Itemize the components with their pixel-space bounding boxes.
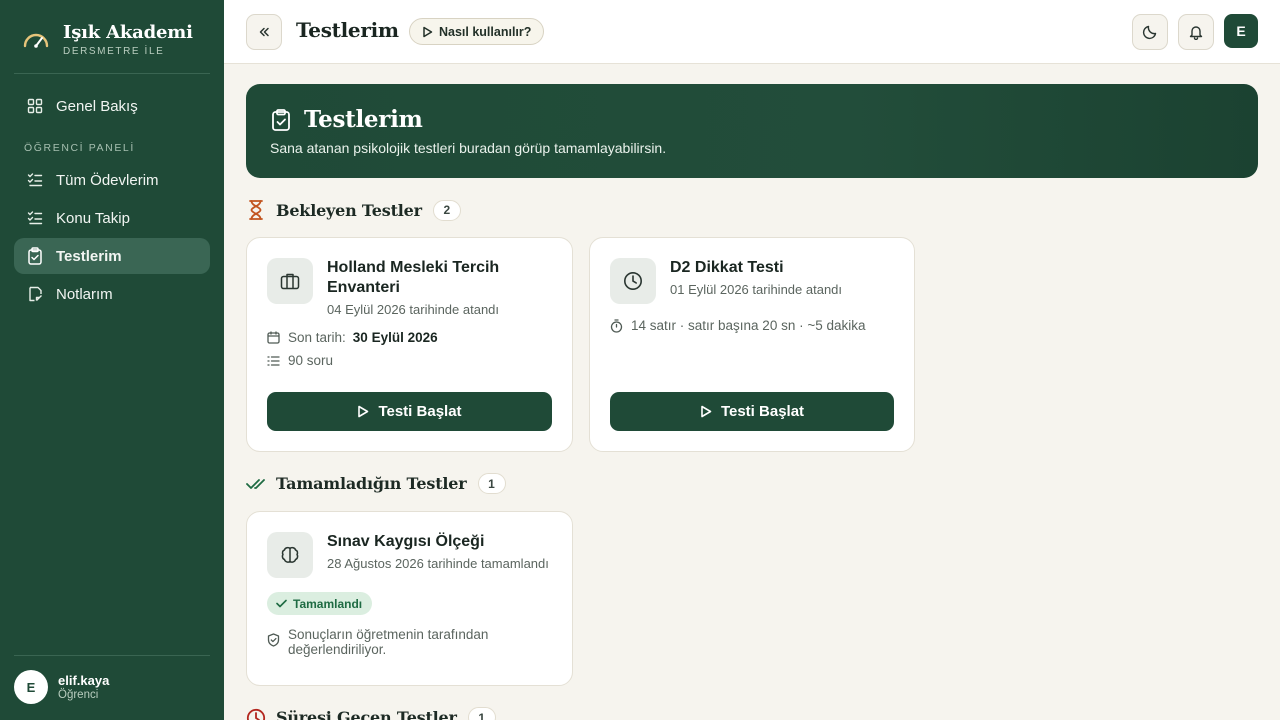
hero-subtitle: Sana atanan psikolojik testleri buradan …: [270, 140, 667, 156]
test-title-line1: Holland Mesleki Tercih: [327, 259, 500, 276]
brain-icon: [281, 546, 299, 563]
evaluation-note: Sonuçların öğretmenin tarafından değerle…: [267, 627, 488, 657]
user-name: elif.kaya: [58, 673, 110, 688]
clock-icon-box: [610, 258, 656, 304]
brain-icon-box: [267, 532, 313, 578]
start-test-label: Testi Başlat: [720, 403, 805, 420]
test-title: Holland Mesleki Tercih Envanteri: [327, 258, 499, 298]
stopwatch-icon: [610, 318, 623, 333]
test-duration-label: 14 satır · satır başına 20 sn · ~5 dakik…: [631, 318, 866, 333]
status-badge-label: Tamamlandı: [293, 596, 363, 611]
checklist-icon: [26, 171, 44, 189]
sidebar-item-tests[interactable]: Testlerim: [14, 238, 210, 274]
sidebar-item-overview[interactable]: Genel Bakış: [14, 88, 210, 124]
how-to-use-label: Nasıl kullanılır?: [439, 24, 532, 39]
sidebar-divider: [14, 655, 210, 656]
sidebar-item-label: Tüm Ödevlerim: [56, 171, 159, 189]
pending-section-title: Bekleyen Testler: [276, 200, 422, 220]
due-date-value: 30 Eylül 2026: [352, 330, 438, 345]
assigned-date: 01 Eylül 2026 tarihinde atandı: [670, 282, 843, 297]
sticky-note-icon: [26, 285, 44, 303]
clipboard-check-icon: [26, 247, 44, 265]
sidebar-item-label: Konu Takip: [56, 209, 130, 227]
calendar-icon: [267, 331, 280, 344]
topbar: Testlerim Nasıl kullanılır? E: [224, 0, 1280, 64]
test-title-line2: Envanteri: [327, 279, 400, 296]
double-check-icon: [246, 478, 265, 489]
brand[interactable]: Işık Akademi DERSMETRE İLE: [22, 22, 193, 57]
expired-section-header: Süresi Geçen Testler 1: [246, 707, 496, 720]
pending-section-header: Bekleyen Testler 2: [246, 199, 461, 221]
briefcase-icon: [280, 273, 300, 290]
chevrons-left-icon: [259, 27, 269, 37]
completed-count-badge: 1: [477, 473, 506, 494]
start-test-label: Testi Başlat: [378, 403, 462, 420]
sidebar-item-label: Testlerim: [56, 247, 122, 265]
due-date-label: Son tarih:: [288, 330, 346, 345]
sidebar-section-label: ÖĞRENCİ PANELİ: [24, 142, 135, 154]
play-icon: [423, 26, 433, 37]
sidebar-item-notes[interactable]: Notlarım: [14, 276, 210, 312]
hourglass-icon: [249, 200, 263, 220]
question-count: 90 soru: [267, 353, 333, 368]
user-profile[interactable]: E elif.kaya Öğrenci: [14, 670, 109, 704]
shield-check-icon: [267, 633, 280, 647]
user-role: Öğrenci: [58, 689, 99, 701]
hero-banner: Testlerim Sana atanan psikolojik testler…: [246, 84, 1258, 178]
sidebar-item-topic-tracking[interactable]: Konu Takip: [14, 200, 210, 236]
pending-count-badge: 2: [432, 199, 461, 221]
avatar[interactable]: E: [1224, 14, 1258, 48]
test-card-holland: Holland Mesleki Tercih Envanteri 04 Eylü…: [246, 237, 573, 452]
theme-toggle-button[interactable]: [1132, 14, 1168, 50]
clock-alert-icon: [246, 708, 266, 720]
completed-section-title: Tamamladığın Testler: [276, 474, 467, 493]
grid-icon: [26, 97, 44, 115]
note-line2: değerlendiriliyor.: [288, 642, 387, 657]
briefcase-icon-box: [267, 258, 313, 304]
sidebar: Işık Akademi DERSMETRE İLE Genel Bakış Ö…: [0, 0, 224, 720]
moon-icon: [1142, 25, 1157, 40]
test-duration-info: 14 satır · satır başına 20 sn · ~5 dakik…: [610, 318, 866, 333]
bell-icon: [1189, 26, 1203, 40]
page-title: Testlerim: [296, 18, 399, 42]
test-card-d2: D2 Dikkat Testi 01 Eylül 2026 tarihinde …: [589, 237, 915, 452]
collapse-sidebar-button[interactable]: [246, 14, 282, 50]
play-icon: [701, 405, 712, 418]
gauge-logo-icon: [23, 33, 49, 48]
how-to-use-button[interactable]: Nasıl kullanılır?: [409, 18, 545, 45]
checklist-icon: [26, 209, 44, 227]
avatar: E: [14, 670, 48, 704]
note-line1: Sonuçların öğretmenin tarafından: [288, 627, 489, 642]
question-count-label: 90 soru: [288, 353, 334, 368]
status-badge: Tamamlandı: [267, 592, 373, 615]
list-icon: [267, 355, 280, 366]
completed-date: 28 Ağustos 2026 tarihinde tamamlandı: [327, 556, 549, 571]
brand-name: Işık Akademi: [63, 22, 193, 43]
test-title: Sınav Kaygısı Ölçeği: [327, 533, 485, 550]
assigned-date: 04 Eylül 2026 tarihinde atandı: [327, 302, 500, 317]
start-test-button[interactable]: Testi Başlat: [610, 392, 894, 431]
sidebar-item-assignments[interactable]: Tüm Ödevlerim: [14, 162, 210, 198]
sidebar-divider: [14, 73, 210, 74]
due-date: Son tarih: 30 Eylül 2026: [267, 330, 438, 345]
clock-icon: [624, 272, 642, 290]
sidebar-item-label: Notlarım: [56, 285, 113, 303]
brand-subtitle: DERSMETRE İLE: [63, 46, 165, 57]
expired-count-badge: 1: [467, 707, 496, 720]
play-icon: [358, 405, 369, 418]
start-test-button[interactable]: Testi Başlat: [267, 392, 552, 431]
test-card-exam-anxiety: Sınav Kaygısı Ölçeği 28 Ağustos 2026 tar…: [246, 511, 573, 686]
test-title: D2 Dikkat Testi: [670, 259, 784, 276]
clipboard-check-icon: [272, 108, 290, 131]
completed-section-header: Tamamladığın Testler 1: [246, 473, 506, 494]
notifications-button[interactable]: [1178, 14, 1214, 50]
hero-title: Testlerim: [304, 106, 423, 133]
sidebar-item-label: Genel Bakış: [56, 97, 138, 115]
check-icon: [276, 599, 287, 608]
expired-section-title: Süresi Geçen Testler: [276, 708, 457, 720]
